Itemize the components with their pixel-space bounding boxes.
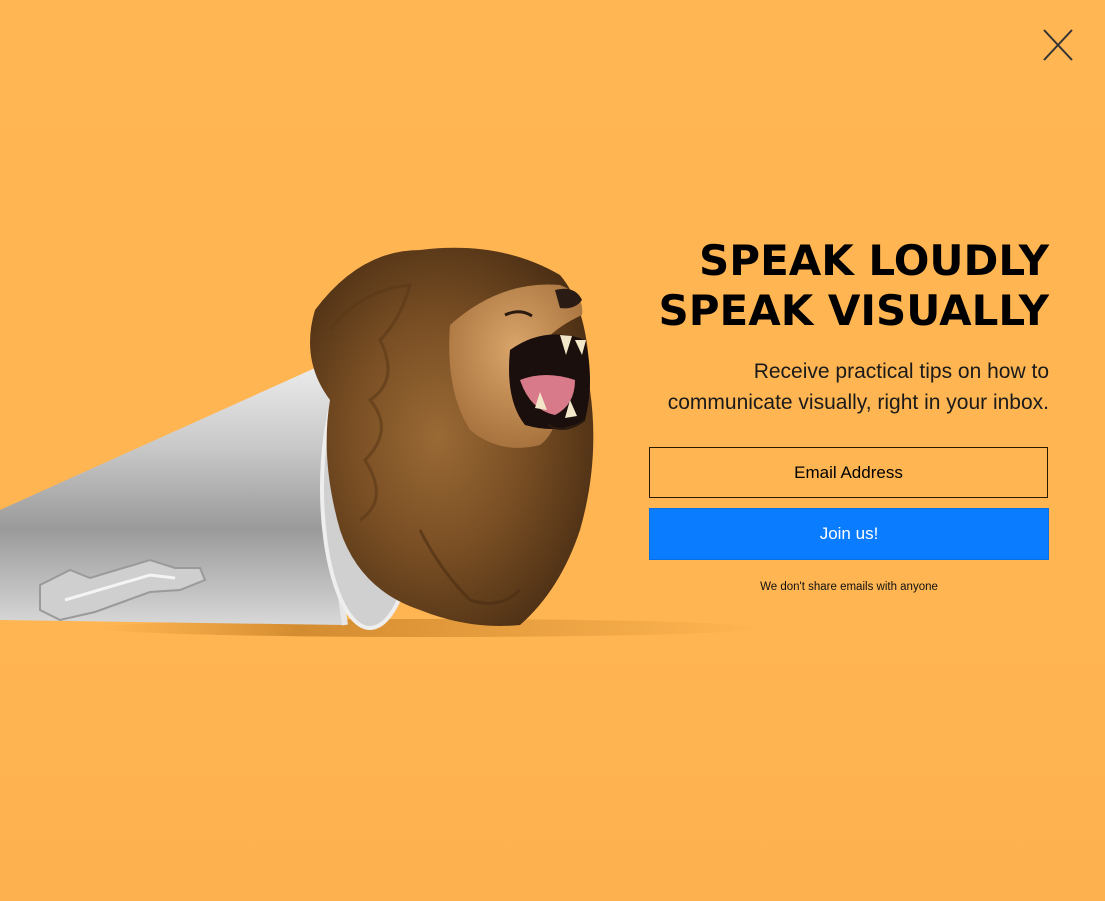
subtitle: Receive practical tips on how to communi… — [589, 356, 1049, 418]
privacy-disclaimer: We don't share emails with anyone — [760, 581, 938, 593]
signup-popup: SPEAK LOUDLY SPEAK VISUALLY Receive prac… — [0, 0, 1105, 901]
headline-line-1: SPEAK LOUDLY — [699, 236, 1049, 285]
headline-line-2: SPEAK VISUALLY — [658, 286, 1050, 335]
close-icon — [1043, 29, 1073, 61]
subtitle-line-2: communicate visually, right in your inbo… — [667, 391, 1049, 414]
close-button[interactable] — [1036, 24, 1080, 68]
email-field[interactable] — [649, 447, 1048, 498]
subtitle-line-1: Receive practical tips on how to — [753, 360, 1049, 383]
join-button[interactable]: Join us! — [649, 508, 1049, 560]
headline: SPEAK LOUDLY SPEAK VISUALLY — [589, 236, 1050, 336]
